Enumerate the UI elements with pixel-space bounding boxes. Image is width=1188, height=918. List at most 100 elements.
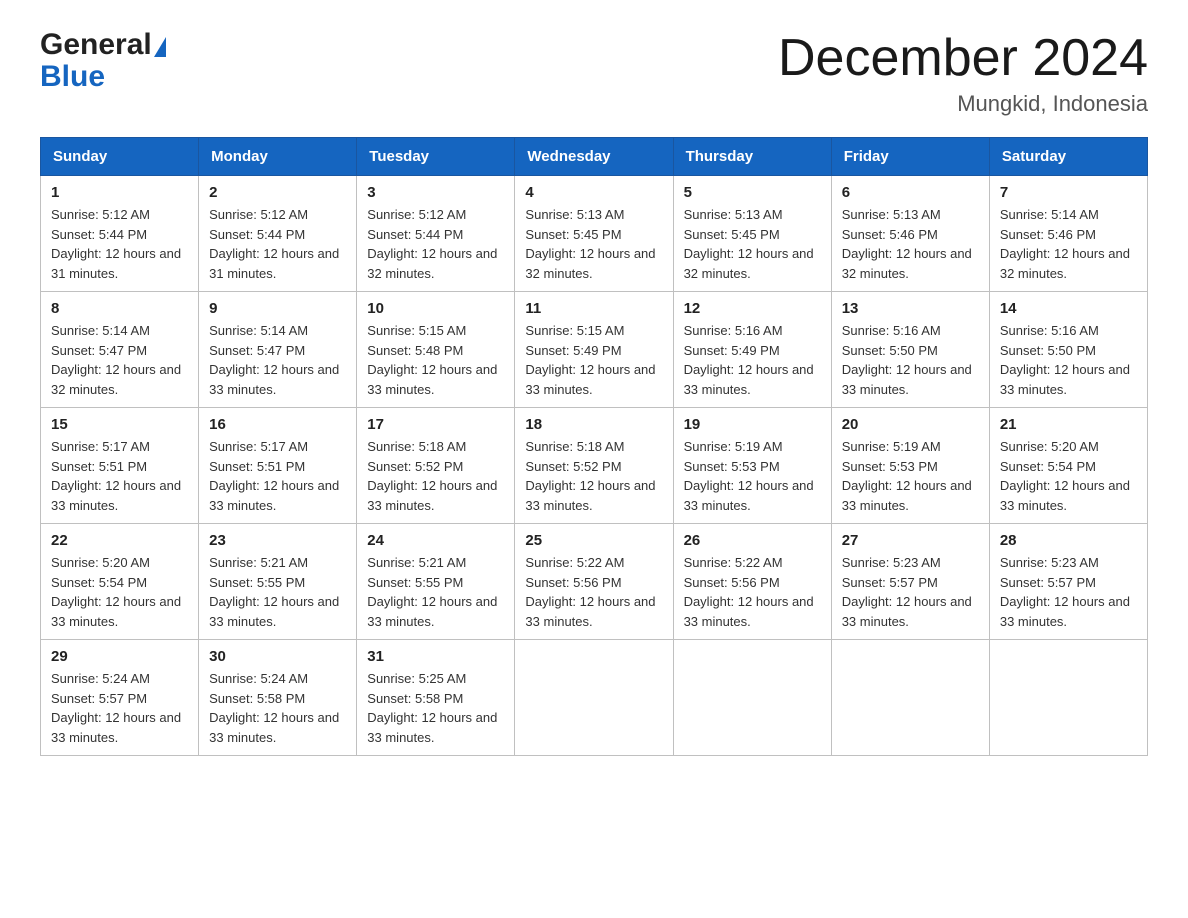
sunset-label: Sunset: 5:46 PM: [1000, 227, 1096, 242]
sunset-label: Sunset: 5:51 PM: [51, 459, 147, 474]
daylight-label: Daylight: 12 hours and 33 minutes.: [209, 594, 339, 629]
day-info: Sunrise: 5:12 AM Sunset: 5:44 PM Dayligh…: [209, 205, 346, 283]
day-number: 31: [367, 648, 504, 665]
sunrise-label: Sunrise: 5:13 AM: [842, 207, 941, 222]
sunset-label: Sunset: 5:48 PM: [367, 343, 463, 358]
sunset-label: Sunset: 5:57 PM: [1000, 575, 1096, 590]
day-info: Sunrise: 5:20 AM Sunset: 5:54 PM Dayligh…: [51, 553, 188, 631]
daylight-label: Daylight: 12 hours and 32 minutes.: [1000, 246, 1130, 281]
sunrise-label: Sunrise: 5:22 AM: [684, 555, 783, 570]
day-info: Sunrise: 5:13 AM Sunset: 5:45 PM Dayligh…: [525, 205, 662, 283]
day-number: 20: [842, 416, 979, 433]
month-year-title: December 2024: [778, 30, 1148, 87]
table-row: [515, 640, 673, 756]
sunset-label: Sunset: 5:52 PM: [367, 459, 463, 474]
daylight-label: Daylight: 12 hours and 33 minutes.: [842, 362, 972, 397]
day-info: Sunrise: 5:15 AM Sunset: 5:49 PM Dayligh…: [525, 321, 662, 399]
sunset-label: Sunset: 5:47 PM: [51, 343, 147, 358]
day-info: Sunrise: 5:15 AM Sunset: 5:48 PM Dayligh…: [367, 321, 504, 399]
day-number: 18: [525, 416, 662, 433]
daylight-label: Daylight: 12 hours and 32 minutes.: [842, 246, 972, 281]
calendar-week-row: 1 Sunrise: 5:12 AM Sunset: 5:44 PM Dayli…: [41, 176, 1148, 292]
daylight-label: Daylight: 12 hours and 33 minutes.: [525, 478, 655, 513]
day-number: 16: [209, 416, 346, 433]
sunset-label: Sunset: 5:53 PM: [842, 459, 938, 474]
sunset-label: Sunset: 5:46 PM: [842, 227, 938, 242]
sunset-label: Sunset: 5:49 PM: [684, 343, 780, 358]
daylight-label: Daylight: 12 hours and 33 minutes.: [684, 478, 814, 513]
sunrise-label: Sunrise: 5:12 AM: [209, 207, 308, 222]
sunrise-label: Sunrise: 5:13 AM: [525, 207, 624, 222]
calendar-week-row: 29 Sunrise: 5:24 AM Sunset: 5:57 PM Dayl…: [41, 640, 1148, 756]
table-row: 23 Sunrise: 5:21 AM Sunset: 5:55 PM Dayl…: [199, 524, 357, 640]
day-info: Sunrise: 5:19 AM Sunset: 5:53 PM Dayligh…: [684, 437, 821, 515]
table-row: 3 Sunrise: 5:12 AM Sunset: 5:44 PM Dayli…: [357, 176, 515, 292]
col-wednesday: Wednesday: [515, 138, 673, 176]
sunrise-label: Sunrise: 5:24 AM: [51, 671, 150, 686]
day-number: 28: [1000, 532, 1137, 549]
day-number: 21: [1000, 416, 1137, 433]
sunset-label: Sunset: 5:58 PM: [209, 691, 305, 706]
sunset-label: Sunset: 5:44 PM: [51, 227, 147, 242]
daylight-label: Daylight: 12 hours and 33 minutes.: [367, 362, 497, 397]
sunrise-label: Sunrise: 5:18 AM: [525, 439, 624, 454]
logo-blue-text: Blue: [40, 60, 105, 93]
table-row: 4 Sunrise: 5:13 AM Sunset: 5:45 PM Dayli…: [515, 176, 673, 292]
day-info: Sunrise: 5:21 AM Sunset: 5:55 PM Dayligh…: [209, 553, 346, 631]
day-info: Sunrise: 5:14 AM Sunset: 5:47 PM Dayligh…: [51, 321, 188, 399]
sunset-label: Sunset: 5:51 PM: [209, 459, 305, 474]
table-row: 7 Sunrise: 5:14 AM Sunset: 5:46 PM Dayli…: [989, 176, 1147, 292]
day-info: Sunrise: 5:18 AM Sunset: 5:52 PM Dayligh…: [525, 437, 662, 515]
day-number: 22: [51, 532, 188, 549]
daylight-label: Daylight: 12 hours and 32 minutes.: [51, 362, 181, 397]
col-friday: Friday: [831, 138, 989, 176]
sunrise-label: Sunrise: 5:22 AM: [525, 555, 624, 570]
table-row: 19 Sunrise: 5:19 AM Sunset: 5:53 PM Dayl…: [673, 408, 831, 524]
day-number: 17: [367, 416, 504, 433]
sunset-label: Sunset: 5:56 PM: [525, 575, 621, 590]
sunrise-label: Sunrise: 5:13 AM: [684, 207, 783, 222]
sunrise-label: Sunrise: 5:17 AM: [209, 439, 308, 454]
daylight-label: Daylight: 12 hours and 31 minutes.: [51, 246, 181, 281]
page-header: General Blue December 2024 Mungkid, Indo…: [40, 30, 1148, 117]
table-row: 1 Sunrise: 5:12 AM Sunset: 5:44 PM Dayli…: [41, 176, 199, 292]
sunset-label: Sunset: 5:50 PM: [1000, 343, 1096, 358]
daylight-label: Daylight: 12 hours and 33 minutes.: [1000, 594, 1130, 629]
title-section: December 2024 Mungkid, Indonesia: [778, 30, 1148, 117]
table-row: 30 Sunrise: 5:24 AM Sunset: 5:58 PM Dayl…: [199, 640, 357, 756]
sunrise-label: Sunrise: 5:24 AM: [209, 671, 308, 686]
table-row: 20 Sunrise: 5:19 AM Sunset: 5:53 PM Dayl…: [831, 408, 989, 524]
sunset-label: Sunset: 5:44 PM: [367, 227, 463, 242]
sunrise-label: Sunrise: 5:16 AM: [684, 323, 783, 338]
sunrise-label: Sunrise: 5:12 AM: [51, 207, 150, 222]
sunrise-label: Sunrise: 5:14 AM: [1000, 207, 1099, 222]
sunset-label: Sunset: 5:57 PM: [51, 691, 147, 706]
daylight-label: Daylight: 12 hours and 33 minutes.: [209, 478, 339, 513]
sunrise-label: Sunrise: 5:12 AM: [367, 207, 466, 222]
sunrise-label: Sunrise: 5:23 AM: [1000, 555, 1099, 570]
daylight-label: Daylight: 12 hours and 33 minutes.: [684, 594, 814, 629]
table-row: 11 Sunrise: 5:15 AM Sunset: 5:49 PM Dayl…: [515, 292, 673, 408]
sunset-label: Sunset: 5:57 PM: [842, 575, 938, 590]
sunrise-label: Sunrise: 5:20 AM: [1000, 439, 1099, 454]
table-row: 17 Sunrise: 5:18 AM Sunset: 5:52 PM Dayl…: [357, 408, 515, 524]
table-row: 29 Sunrise: 5:24 AM Sunset: 5:57 PM Dayl…: [41, 640, 199, 756]
logo-arrow-icon: [154, 37, 166, 57]
sunset-label: Sunset: 5:45 PM: [684, 227, 780, 242]
sunset-label: Sunset: 5:56 PM: [684, 575, 780, 590]
day-info: Sunrise: 5:12 AM Sunset: 5:44 PM Dayligh…: [51, 205, 188, 283]
day-info: Sunrise: 5:13 AM Sunset: 5:45 PM Dayligh…: [684, 205, 821, 283]
logo-general-text: General: [40, 30, 152, 60]
daylight-label: Daylight: 12 hours and 33 minutes.: [51, 478, 181, 513]
sunrise-label: Sunrise: 5:16 AM: [1000, 323, 1099, 338]
day-number: 25: [525, 532, 662, 549]
sunrise-label: Sunrise: 5:17 AM: [51, 439, 150, 454]
col-monday: Monday: [199, 138, 357, 176]
day-info: Sunrise: 5:14 AM Sunset: 5:46 PM Dayligh…: [1000, 205, 1137, 283]
table-row: 27 Sunrise: 5:23 AM Sunset: 5:57 PM Dayl…: [831, 524, 989, 640]
daylight-label: Daylight: 12 hours and 33 minutes.: [525, 362, 655, 397]
sunrise-label: Sunrise: 5:15 AM: [367, 323, 466, 338]
sunrise-label: Sunrise: 5:21 AM: [209, 555, 308, 570]
daylight-label: Daylight: 12 hours and 32 minutes.: [684, 246, 814, 281]
day-number: 19: [684, 416, 821, 433]
